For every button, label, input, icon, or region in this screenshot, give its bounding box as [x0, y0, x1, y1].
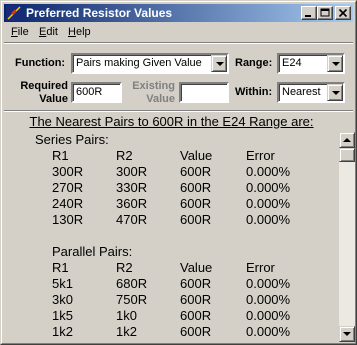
chevron-down-icon	[216, 62, 224, 66]
series-r2: 330R	[116, 180, 148, 195]
range-label: Range:	[235, 57, 273, 69]
series-value: 600R	[180, 196, 212, 211]
close-icon	[338, 8, 348, 18]
function-dropdown-button[interactable]	[211, 55, 227, 72]
parallel-header-error: Error	[246, 260, 275, 275]
parallel-header-r1: R1	[52, 260, 69, 275]
results-list[interactable]: Series Pairs: R1 R2 Value Error 300R 300…	[4, 132, 339, 342]
resistor-app-icon[interactable]	[6, 5, 22, 21]
app-window: Preferred Resistor Values File Edit Help…	[0, 0, 357, 345]
maximize-icon	[320, 8, 330, 17]
required-label-line2: Value	[39, 93, 68, 105]
existing-value-label: Existing Value	[121, 80, 175, 106]
series-error: 0.000%	[246, 180, 291, 195]
series-r1: 130R	[52, 212, 84, 227]
close-button[interactable]	[335, 6, 351, 20]
parallel-error: 0.000%	[246, 308, 291, 323]
menu-edit[interactable]: Edit	[39, 26, 58, 38]
series-header-error: Error	[246, 148, 275, 163]
parallel-header-r2: R2	[116, 260, 133, 275]
parallel-r1: 1k2	[52, 324, 73, 339]
parallel-pairs-title: Parallel Pairs:	[52, 244, 133, 259]
existing-value-input[interactable]	[179, 82, 229, 103]
series-r2: 360R	[116, 196, 148, 211]
parallel-error: 0.000%	[246, 324, 291, 339]
menu-help-label: elp	[75, 26, 91, 38]
chevron-down-icon	[332, 91, 340, 95]
parallel-value: 600R	[180, 324, 212, 339]
series-header-r2: R2	[116, 148, 133, 163]
within-label: Within:	[235, 86, 273, 98]
required-label-line1: Required	[20, 80, 68, 92]
arrow-down-icon	[343, 332, 351, 336]
within-select[interactable]: Nearest	[277, 82, 345, 103]
parallel-header-value: Value	[180, 260, 213, 275]
window-title: Preferred Resistor Values	[26, 6, 173, 20]
parallel-error: 0.000%	[246, 276, 291, 291]
minimize-icon	[305, 15, 311, 17]
within-value: Nearest	[282, 86, 321, 98]
parallel-r2: 750R	[116, 292, 148, 307]
arrow-up-icon	[343, 138, 351, 142]
parallel-value: 600R	[180, 276, 212, 291]
series-r1: 240R	[52, 196, 84, 211]
parallel-error: 0.000%	[246, 292, 291, 307]
parallel-value: 600R	[180, 292, 212, 307]
required-value-input[interactable]: 600R	[71, 82, 122, 103]
menu-divider	[4, 42, 353, 44]
series-r2: 470R	[116, 212, 148, 227]
required-value-text: 600R	[76, 86, 103, 98]
parallel-r2: 680R	[116, 276, 148, 291]
menu-help[interactable]: Help	[68, 26, 91, 38]
parallel-value: 600R	[180, 308, 212, 323]
series-r1: 300R	[52, 164, 84, 179]
parallel-r1: 1k5	[52, 308, 73, 323]
range-dropdown-button[interactable]	[327, 55, 343, 72]
minimize-button[interactable]	[301, 6, 317, 20]
scroll-up-button[interactable]	[339, 132, 355, 148]
function-label: Function:	[15, 57, 66, 69]
range-value: E24	[282, 57, 302, 69]
menu-file-label: ile	[17, 26, 29, 38]
parallel-r2: 1k0	[116, 308, 137, 323]
title-bar[interactable]: Preferred Resistor Values	[4, 4, 353, 22]
menu-file[interactable]: File	[11, 26, 29, 38]
parallel-r1: 3k0	[52, 292, 73, 307]
series-header-r1: R1	[52, 148, 69, 163]
results-heading: The Nearest Pairs to 600R in the E24 Ran…	[29, 114, 314, 129]
menu-file-accel: F	[11, 26, 18, 38]
function-value: Pairs making Given Value	[76, 57, 202, 69]
range-select[interactable]: E24	[277, 53, 345, 74]
series-value: 600R	[180, 164, 212, 179]
function-select[interactable]: Pairs making Given Value	[71, 53, 229, 74]
series-pairs-title: Series Pairs:	[35, 132, 109, 147]
results-scrollbar[interactable]	[339, 132, 355, 342]
existing-label-line1: Existing	[132, 80, 175, 92]
series-error: 0.000%	[246, 164, 291, 179]
controls-divider	[4, 110, 353, 112]
existing-label-line2: Value	[146, 93, 175, 105]
scroll-down-button[interactable]	[339, 326, 355, 342]
within-dropdown-button[interactable]	[327, 84, 343, 101]
series-r2: 300R	[116, 164, 148, 179]
parallel-r1: 5k1	[52, 276, 73, 291]
required-value-label: Required Value	[11, 80, 68, 106]
series-r1: 270R	[52, 180, 84, 195]
menu-edit-label: dit	[46, 26, 58, 38]
chevron-down-icon	[332, 62, 340, 66]
scroll-thumb[interactable]	[339, 148, 355, 162]
series-value: 600R	[180, 180, 212, 195]
series-header-value: Value	[180, 148, 213, 163]
maximize-button[interactable]	[317, 6, 333, 20]
series-error: 0.000%	[246, 196, 291, 211]
menu-help-accel: H	[68, 26, 76, 38]
parallel-r2: 1k2	[116, 324, 137, 339]
series-error: 0.000%	[246, 212, 291, 227]
series-value: 600R	[180, 212, 212, 227]
menu-bar: File Edit Help	[4, 23, 353, 41]
